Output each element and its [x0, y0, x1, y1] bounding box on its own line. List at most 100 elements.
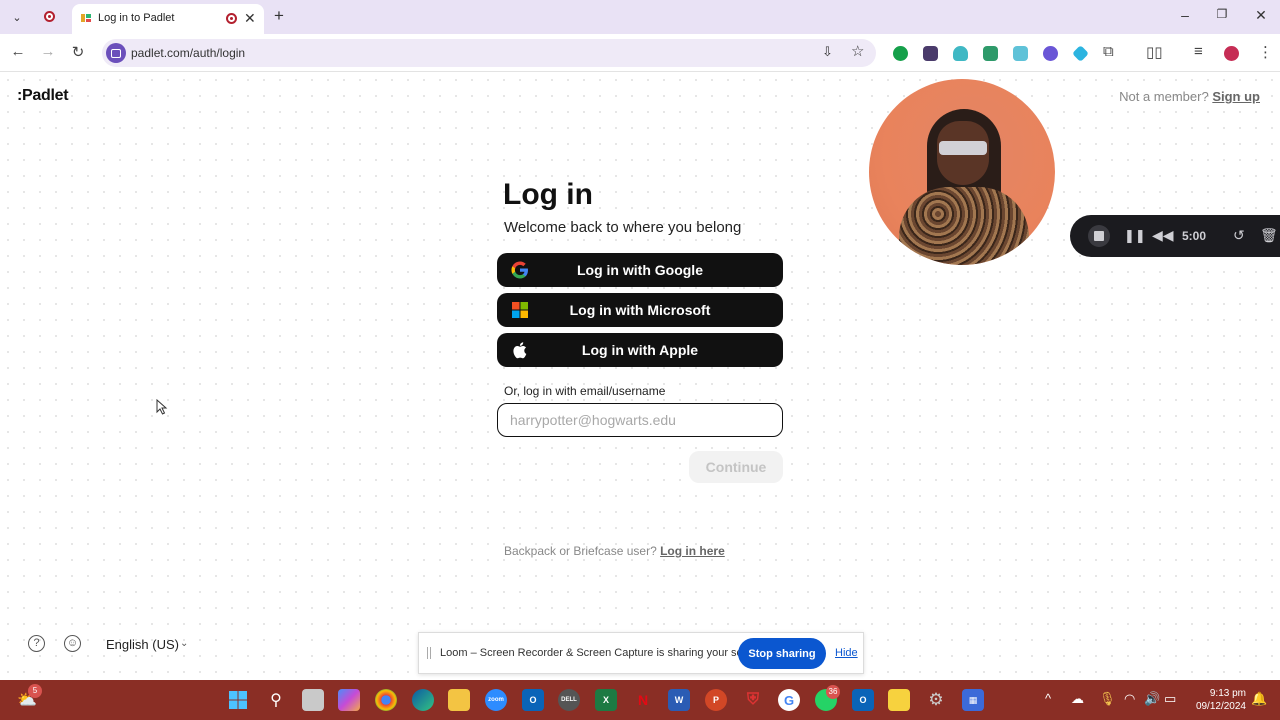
outlook-icon[interactable]: O: [522, 689, 544, 711]
accessibility-icon[interactable]: ☺: [64, 635, 81, 652]
zoom-icon[interactable]: zoom: [485, 689, 507, 711]
powerpoint-icon[interactable]: P: [705, 689, 727, 711]
tab-close-icon[interactable]: ✕: [244, 10, 256, 27]
chrome-icon[interactable]: [375, 689, 397, 711]
signup-prompt: Not a member? Sign up: [1119, 89, 1260, 104]
dell-icon[interactable]: DELL: [558, 689, 580, 711]
media-controls-icon[interactable]: ≡: [1194, 43, 1203, 60]
microphone-icon[interactable]: 🎙: [1099, 691, 1116, 707]
webcam-glasses: [939, 141, 987, 155]
word-icon[interactable]: W: [668, 689, 690, 711]
system-clock[interactable]: 9:13 pm 09/12/2024: [1190, 687, 1246, 713]
address-bar[interactable]: padlet.com/auth/login ⇩ ☆: [102, 39, 876, 67]
padlet-favicon-icon: [81, 14, 91, 22]
mouse-cursor-icon: [156, 399, 168, 415]
volume-icon[interactable]: 🔊: [1144, 691, 1160, 707]
help-icon[interactable]: ?: [28, 635, 45, 652]
browser-tab-strip: ⌄ Log in to Padlet ✕ + – ❐ ✕: [0, 0, 1280, 34]
restart-icon[interactable]: ↺: [1233, 227, 1245, 244]
notification-bell-icon[interactable]: 🔔: [1251, 691, 1267, 707]
extension-green-icon[interactable]: [983, 46, 998, 61]
mcafee-icon[interactable]: ⛨: [742, 689, 764, 711]
padlet-logo[interactable]: :Padlet: [17, 87, 69, 105]
back-arrow-icon[interactable]: ←: [9, 43, 27, 60]
extension-teal-icon[interactable]: [1013, 46, 1028, 61]
clock-time: 9:13 pm: [1209, 688, 1246, 699]
forward-arrow-icon[interactable]: →: [39, 43, 57, 60]
show-hidden-icons-icon[interactable]: ^: [1045, 691, 1051, 706]
site-info-icon[interactable]: [106, 43, 126, 63]
google-login-label: Log in with Google: [577, 262, 703, 278]
chevron-down-icon[interactable]: ⌄: [180, 638, 188, 649]
language-selector[interactable]: English (US): [106, 637, 179, 652]
recording-tab-icon[interactable]: [44, 11, 55, 22]
backpack-prompt-text: Backpack or Briefcase user?: [504, 544, 657, 558]
weather-badge: 5: [28, 684, 42, 698]
windows-start-icon[interactable]: [227, 689, 249, 711]
extension-star-icon[interactable]: [1043, 46, 1058, 61]
reading-mode-icon[interactable]: ▯▯: [1146, 43, 1163, 61]
install-app-icon[interactable]: ⇩: [822, 44, 833, 60]
wifi-icon[interactable]: ◠: [1124, 691, 1135, 707]
apple-login-label: Log in with Apple: [581, 342, 699, 358]
loom-webcam-bubble[interactable]: [869, 79, 1055, 265]
extension-heart-icon[interactable]: [953, 46, 968, 61]
sticky-notes-icon[interactable]: [888, 689, 910, 711]
page-subtitle: Welcome back to where you belong: [504, 219, 742, 236]
hide-sharing-bar-link[interactable]: Hide: [835, 647, 858, 659]
file-explorer-icon[interactable]: [448, 689, 470, 711]
clock-date: 09/12/2024: [1195, 701, 1246, 712]
continue-button[interactable]: Continue: [689, 451, 783, 483]
backpack-login-prompt: Backpack or Briefcase user? Log in here: [504, 544, 725, 558]
bookmark-star-icon[interactable]: ☆: [851, 42, 864, 60]
extension-q-icon[interactable]: [923, 46, 938, 61]
google-login-button[interactable]: Log in with Google: [497, 253, 783, 287]
new-tab-button[interactable]: +: [274, 6, 284, 26]
extensions-puzzle-icon[interactable]: ⧉: [1103, 43, 1114, 60]
grammarly-extension-icon[interactable]: [893, 46, 908, 61]
profile-avatar-icon[interactable]: [1224, 46, 1239, 61]
calculator-icon[interactable]: ▦: [962, 689, 984, 711]
tab-search-chevron-icon[interactable]: ⌄: [9, 9, 25, 25]
pause-icon[interactable]: ❚❚: [1124, 228, 1146, 244]
browser-menu-icon[interactable]: ⋮: [1258, 43, 1273, 61]
copilot-icon[interactable]: [338, 689, 360, 711]
email-input[interactable]: [497, 403, 783, 437]
reload-icon[interactable]: ↻: [69, 43, 87, 61]
drag-handle-icon[interactable]: [427, 647, 431, 659]
search-icon[interactable]: ⚲: [265, 689, 287, 711]
settings-gear-icon[interactable]: ⚙: [925, 689, 947, 711]
tab-padlet-login[interactable]: Log in to Padlet ✕: [72, 4, 264, 34]
loom-recording-controls: ❚❚ ◀◀ 5:00 ↺ 🗑: [1070, 215, 1280, 257]
whatsapp-badge: 36: [826, 685, 840, 699]
url-text[interactable]: padlet.com/auth/login: [131, 46, 245, 60]
microsoft-login-label: Log in with Microsoft: [569, 302, 711, 318]
onedrive-cloud-icon[interactable]: ☁: [1071, 691, 1084, 707]
microsoft-login-button[interactable]: Log in with Microsoft: [497, 293, 783, 327]
stop-recording-icon[interactable]: [1088, 225, 1110, 247]
minimize-icon[interactable]: –: [1175, 7, 1195, 23]
restore-icon[interactable]: ❐: [1212, 7, 1232, 21]
page-title: Log in: [503, 178, 593, 211]
rewind-icon[interactable]: ◀◀: [1152, 227, 1174, 244]
apple-login-button[interactable]: Log in with Apple: [497, 333, 783, 367]
task-view-icon[interactable]: [302, 689, 324, 711]
screen-sharing-bar: Loom – Screen Recorder & Screen Capture …: [418, 632, 864, 674]
padlet-login-page: :Padlet Not a member? Sign up ❚❚ ◀◀ 5:00…: [0, 72, 1280, 680]
tab-recording-icon: [226, 13, 237, 24]
signup-link[interactable]: Sign up: [1212, 89, 1260, 104]
backpack-login-link[interactable]: Log in here: [660, 544, 725, 558]
excel-icon[interactable]: X: [595, 689, 617, 711]
delete-recording-icon[interactable]: 🗑: [1260, 227, 1278, 244]
webcam-body: [899, 187, 1029, 265]
battery-icon[interactable]: ▭: [1164, 691, 1176, 707]
browser-toolbar: ← → ↻ padlet.com/auth/login ⇩ ☆ ⧉ ▯▯ ≡ ⋮: [0, 34, 1280, 72]
window-close-icon[interactable]: ✕: [1251, 7, 1271, 24]
netflix-icon[interactable]: N: [632, 689, 654, 711]
outlook-new-icon[interactable]: O: [852, 689, 874, 711]
tab-title: Log in to Padlet: [98, 12, 175, 24]
extension-diamond-icon[interactable]: [1072, 45, 1089, 62]
google-app-icon[interactable]: G: [778, 689, 800, 711]
stop-sharing-button[interactable]: Stop sharing: [738, 638, 826, 669]
edge-icon[interactable]: [412, 689, 434, 711]
